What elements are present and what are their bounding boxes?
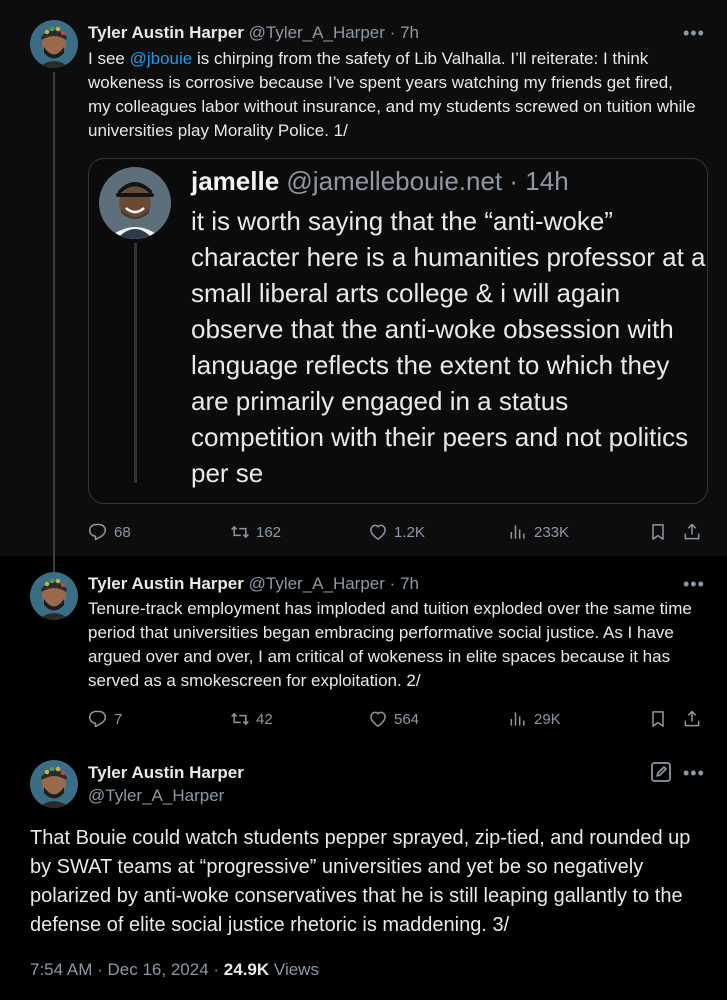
tweet-2-actions: 7 42 564 29K <box>88 709 708 731</box>
more-icon[interactable]: ••• <box>683 24 705 42</box>
more-icon[interactable]: ••• <box>683 764 705 782</box>
tweet-time[interactable]: 7h <box>400 574 419 593</box>
views-count[interactable]: 24.9K <box>224 960 269 979</box>
quoted-time[interactable]: 14h <box>525 166 568 196</box>
quoted-author-name[interactable]: jamelle <box>191 166 279 196</box>
views-button[interactable]: 233K <box>508 522 569 542</box>
share-button[interactable] <box>682 709 702 729</box>
reply-icon <box>89 710 106 728</box>
bookmark-icon <box>652 711 664 727</box>
reply-button[interactable]: 68 <box>88 522 131 542</box>
quoted-tweet-text: it is worth saying that the “anti-woke” … <box>191 206 706 488</box>
tweet-timestamp: 7:54 AM · Dec 16, 2024 · 24.9K Views <box>30 958 319 982</box>
views-count: 233K <box>534 523 570 541</box>
quoted-header: jamelle @jamellebouie.net · 14h <box>191 163 569 199</box>
share-icon <box>684 523 700 540</box>
views-count: 29K <box>534 710 561 728</box>
author-handle[interactable]: @Tyler_A_Harper <box>249 23 385 42</box>
author-name[interactable]: Tyler Austin Harper <box>88 23 244 42</box>
tweet-2-text: Tenure-track employment has imploded and… <box>88 599 692 690</box>
avatar[interactable] <box>30 572 78 620</box>
like-count: 1.2K <box>394 523 425 541</box>
share-button[interactable] <box>682 522 702 542</box>
repost-count: 42 <box>256 710 273 728</box>
reply-button[interactable]: 7 <box>88 709 122 729</box>
bookmark-button[interactable] <box>648 709 668 729</box>
reply-count: 68 <box>114 523 131 541</box>
separator: · <box>97 960 103 979</box>
bookmark-button[interactable] <box>648 522 668 542</box>
author-name[interactable]: Tyler Austin Harper <box>88 574 244 593</box>
quoted-avatar[interactable] <box>99 167 171 239</box>
like-button[interactable]: 564 <box>368 709 419 729</box>
tweet-1-header: Tyler Austin Harper @Tyler_A_Harper · 7h <box>88 22 419 44</box>
repost-button[interactable]: 42 <box>230 709 273 729</box>
reply-icon <box>89 523 106 541</box>
tweet-1-text: I see @jbouie is chirping from the safet… <box>88 47 698 143</box>
separator: · <box>389 23 396 42</box>
edit-icon[interactable] <box>650 761 672 783</box>
tweet-2-header: Tyler Austin Harper @Tyler_A_Harper · 7h <box>88 573 419 595</box>
more-icon[interactable]: ••• <box>683 575 705 593</box>
heart-icon <box>370 524 386 540</box>
avatar[interactable] <box>30 760 78 808</box>
separator: · <box>509 166 519 196</box>
repost-icon <box>230 526 250 538</box>
tweet-time[interactable]: 7h <box>400 23 419 42</box>
thread-connector-line <box>53 72 55 572</box>
author-handle[interactable]: @Tyler_A_Harper <box>88 785 224 807</box>
tweet-time[interactable]: 7:54 AM <box>30 960 92 979</box>
repost-count: 162 <box>256 523 282 541</box>
tweet-date[interactable]: Dec 16, 2024 <box>108 960 209 979</box>
repost-button[interactable]: 162 <box>230 522 281 542</box>
heart-icon <box>370 711 386 727</box>
bookmark-icon <box>652 524 664 540</box>
tweet-1-actions: 68 162 1.2K 233K <box>88 522 708 544</box>
like-count: 564 <box>394 710 420 728</box>
repost-icon <box>230 713 250 725</box>
mention-link[interactable]: @jbouie <box>130 49 193 68</box>
separator: · <box>213 960 220 979</box>
quoted-author-handle[interactable]: @jamellebouie.net <box>286 166 502 196</box>
views-icon <box>510 711 525 727</box>
quoted-thread-line <box>134 243 137 483</box>
views-button[interactable]: 29K <box>508 709 561 729</box>
author-handle[interactable]: @Tyler_A_Harper <box>249 574 385 593</box>
like-button[interactable]: 1.2K <box>368 522 425 542</box>
views-icon <box>510 524 525 540</box>
separator: · <box>389 574 396 593</box>
tweet-3-text: That Bouie could watch students pepper s… <box>30 827 691 936</box>
quoted-tweet-card[interactable]: jamelle @jamellebouie.net · 14h it is wo… <box>88 158 708 504</box>
author-name[interactable]: Tyler Austin Harper <box>88 762 244 784</box>
share-icon <box>684 710 700 727</box>
reply-count: 7 <box>114 710 123 728</box>
views-label: Views <box>273 960 319 979</box>
avatar[interactable] <box>30 20 78 68</box>
tweet-text-start: I see <box>88 49 130 68</box>
